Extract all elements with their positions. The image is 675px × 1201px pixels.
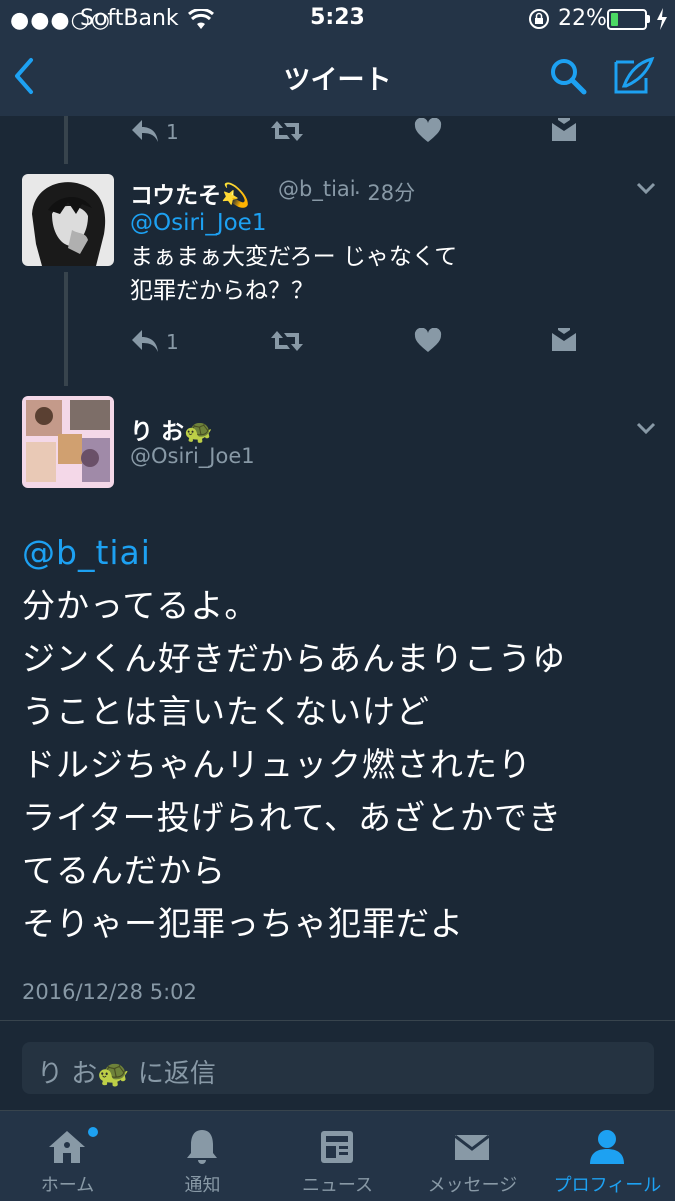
- author-handle[interactable]: @Osiri_Joe1: [130, 444, 255, 468]
- tweet-actions: 1: [130, 328, 590, 358]
- home-icon: [49, 1131, 85, 1163]
- author-name[interactable]: コウたそ💫: [130, 176, 250, 210]
- rotation-lock-icon: [529, 9, 549, 29]
- search-icon[interactable]: [548, 56, 588, 96]
- tweet-text-line: 犯罪だからね？？: [130, 278, 314, 304]
- charging-bolt-icon: [657, 8, 667, 30]
- tweet-text-line: うことは言いたくないけど: [22, 692, 430, 731]
- direct-message-icon[interactable]: [550, 118, 578, 144]
- thread-line: [64, 116, 68, 164]
- author-name[interactable]: り お🐢: [130, 412, 213, 446]
- reply-count: 1: [166, 330, 179, 354]
- tab-label: ホーム: [40, 1175, 95, 1196]
- battery-icon: [607, 9, 647, 30]
- tab-label: ニュース: [301, 1175, 374, 1196]
- tab-messages[interactable]: メッセージ: [405, 1111, 540, 1201]
- tab-label: メッセージ: [427, 1175, 518, 1196]
- compose-icon[interactable]: [612, 56, 656, 96]
- chevron-down-icon[interactable]: [636, 422, 656, 434]
- reply-action[interactable]: 1: [130, 118, 179, 148]
- reply-placeholder: り お🐢 に返信: [37, 1059, 216, 1089]
- tab-notifications[interactable]: 通知: [135, 1111, 270, 1201]
- reply-action[interactable]: 1: [130, 328, 179, 358]
- battery-fill: [611, 13, 618, 26]
- tab-label: 通知: [184, 1175, 221, 1196]
- tweet-timestamp: 2016/12/28 5:02: [22, 980, 197, 1004]
- divider: [0, 1020, 675, 1021]
- tab-label: プロフィール: [553, 1175, 662, 1196]
- reply-icon[interactable]: [130, 118, 160, 144]
- tweet-mention[interactable]: @Osiri_Joe1: [130, 206, 266, 240]
- tweet-actions: 1: [130, 118, 590, 148]
- profile-icon: [590, 1130, 624, 1164]
- direct-message-icon[interactable]: [550, 328, 578, 354]
- tweet-text-line: ドルジちゃんリュック燃されたり: [22, 745, 532, 784]
- like-icon[interactable]: [414, 118, 442, 144]
- avatar[interactable]: [22, 396, 114, 488]
- news-icon: [321, 1131, 353, 1163]
- notification-dot: [88, 1127, 98, 1137]
- bell-icon: [187, 1130, 217, 1164]
- chevron-down-icon[interactable]: [636, 182, 656, 194]
- mail-icon: [454, 1134, 490, 1160]
- tweet-text-line: そりゃー犯罪っちゃ犯罪だよ: [22, 904, 464, 943]
- tweet-time: · 28分: [354, 181, 416, 205]
- reply-count: 1: [166, 120, 179, 144]
- nav-bar: ツイート: [0, 38, 675, 116]
- tweet-text-line: まぁまぁ大変だろー じゃなくて: [130, 244, 458, 270]
- status-bar: ●●●○○ SoftBank 5:23 22%: [0, 0, 675, 38]
- reply-icon[interactable]: [130, 328, 160, 354]
- tweet-main: り お🐢 @Osiri_Joe1 @b_tiai 分かってるよ。 ジンくん好きだ…: [0, 390, 675, 1020]
- avatar[interactable]: [22, 174, 114, 266]
- tab-home[interactable]: ホーム: [0, 1111, 135, 1201]
- tweet-text-line: ライター投げられて、あざとかでき: [22, 798, 563, 837]
- retweet-icon[interactable]: [270, 328, 304, 354]
- battery-percent: 22%: [558, 6, 607, 31]
- battery-tip: [647, 15, 650, 23]
- reply-input[interactable]: り お🐢 に返信: [22, 1042, 654, 1094]
- tab-bar: ホーム 通知 ニュース メッセージ プロフィール: [0, 1110, 675, 1201]
- tab-news[interactable]: ニュース: [270, 1111, 405, 1201]
- like-icon[interactable]: [414, 328, 442, 354]
- tweet-text-line: ジンくん好きだからあんまりこうゆ: [22, 639, 566, 678]
- retweet-icon[interactable]: [270, 118, 304, 144]
- tweet-text-line: 分かってるよ。: [22, 586, 259, 625]
- tweet-text-line: てるんだから: [22, 851, 226, 890]
- tab-profile[interactable]: プロフィール: [540, 1111, 675, 1201]
- author-handle[interactable]: @b_tiai: [278, 177, 356, 201]
- tweet-mention[interactable]: @b_tiai: [22, 526, 151, 579]
